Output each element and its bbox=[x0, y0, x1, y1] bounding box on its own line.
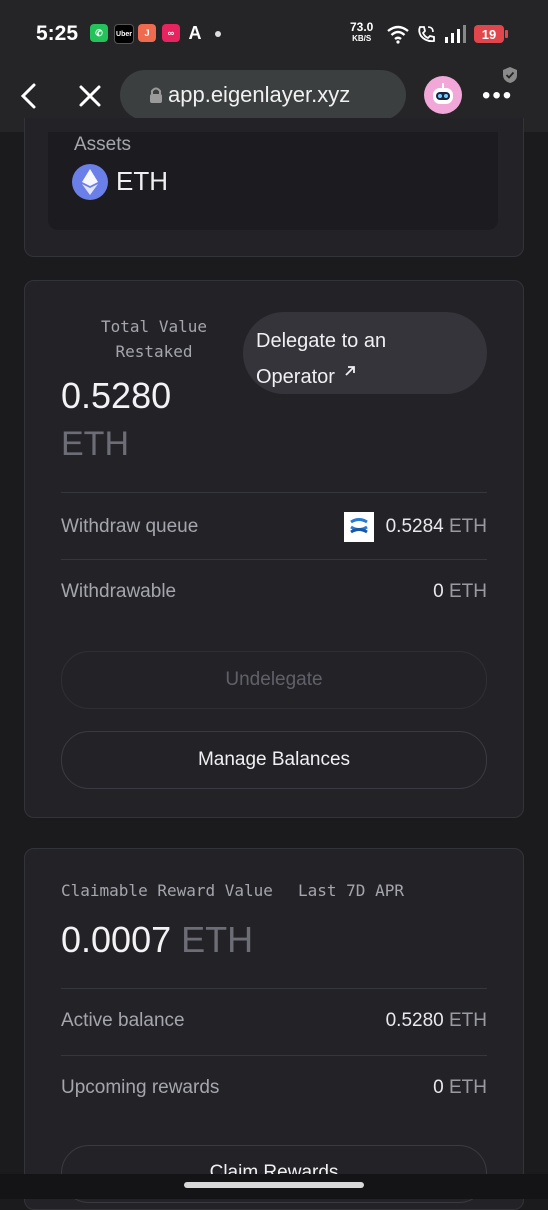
status-bar: 5:25 ✆ Uber J ∞ A 73.0 KB/S 19 bbox=[0, 0, 548, 62]
active-balance-label: Active balance bbox=[61, 1010, 185, 1031]
withdrawable-label: Withdrawable bbox=[61, 581, 177, 602]
notification-dot bbox=[215, 31, 221, 37]
robot-avatar-icon bbox=[433, 83, 453, 104]
app-icon: ∞ bbox=[162, 24, 180, 42]
lock-icon bbox=[150, 87, 162, 103]
back-icon[interactable] bbox=[18, 82, 40, 110]
withdrawable-unit: ETH bbox=[449, 581, 487, 602]
delegate-button[interactable]: Delegate to an Operator bbox=[243, 312, 487, 394]
clock: 5:25 bbox=[36, 22, 79, 45]
divider bbox=[61, 988, 487, 989]
manage-balances-button[interactable]: Manage Balances bbox=[61, 731, 487, 789]
external-link-icon bbox=[345, 366, 355, 376]
divider bbox=[61, 1055, 487, 1056]
jio-icon: J bbox=[138, 24, 156, 42]
delegate-label: Delegate to an Operator bbox=[256, 330, 387, 388]
total-value-label: Total Value Restaked bbox=[101, 317, 207, 361]
url-bar[interactable]: app.eigenlayer.xyz bbox=[120, 70, 406, 120]
total-value-amount: 0.5280 bbox=[61, 375, 172, 416]
rewards-card: Claimable Reward Value Last 7D APR 0.000… bbox=[24, 848, 524, 1210]
withdraw-queue-row: Withdraw queue 0.5284 ETH bbox=[61, 509, 487, 545]
more-menu-icon[interactable]: ••• bbox=[482, 84, 513, 108]
total-value-unit: ETH bbox=[61, 425, 129, 463]
uber-icon: Uber bbox=[114, 24, 134, 44]
active-balance-amount: 0.5280 bbox=[385, 1010, 444, 1031]
avatar[interactable] bbox=[424, 76, 462, 114]
claimable-unit: ETH bbox=[181, 919, 254, 960]
assets-label: Assets bbox=[74, 134, 132, 155]
divider bbox=[61, 492, 487, 493]
active-balance-row: Active balance 0.5280 ETH bbox=[61, 1006, 487, 1036]
withdraw-queue-amount: 0.5284 bbox=[385, 516, 444, 537]
active-balance-unit: ETH bbox=[449, 1010, 487, 1031]
withdrawable-amount: 0 bbox=[433, 581, 444, 602]
battery-tip bbox=[505, 30, 508, 38]
eth-icon bbox=[72, 164, 108, 200]
claimable-label: Claimable Reward Value bbox=[61, 881, 273, 900]
arc-icon: A bbox=[188, 22, 202, 43]
token-logo-icon bbox=[343, 512, 374, 542]
divider bbox=[61, 559, 487, 560]
upcoming-rewards-label: Upcoming rewards bbox=[61, 1077, 220, 1098]
asset-name: ETH bbox=[116, 166, 168, 196]
withdraw-queue-unit: ETH bbox=[449, 516, 487, 537]
whatsapp-icon: ✆ bbox=[90, 24, 108, 42]
wifi-call-icon bbox=[418, 26, 435, 43]
close-icon[interactable] bbox=[78, 84, 102, 108]
claimable-amount: 0.0007 bbox=[61, 919, 172, 960]
wifi-icon bbox=[387, 25, 409, 44]
restake-card: Total Value Restaked 0.5280 ETH Delegate… bbox=[24, 280, 524, 818]
upcoming-rewards-row: Upcoming rewards 0 ETH bbox=[61, 1073, 487, 1103]
assets-panel: Assets ETH bbox=[48, 132, 498, 230]
url-text: app.eigenlayer.xyz bbox=[168, 82, 351, 107]
upcoming-rewards-unit: ETH bbox=[449, 1077, 487, 1098]
gesture-handle[interactable] bbox=[184, 1182, 364, 1188]
apr-label: Last 7D APR bbox=[298, 881, 404, 900]
signal-icon bbox=[445, 25, 466, 43]
withdraw-queue-label: Withdraw queue bbox=[61, 516, 199, 537]
undelegate-button[interactable]: Undelegate bbox=[61, 651, 487, 709]
withdrawable-row: Withdrawable 0 ETH bbox=[61, 577, 487, 607]
network-speed: 73.0 KB/S bbox=[350, 20, 374, 43]
battery-indicator: 19 bbox=[474, 25, 504, 43]
upcoming-rewards-amount: 0 bbox=[433, 1077, 444, 1098]
